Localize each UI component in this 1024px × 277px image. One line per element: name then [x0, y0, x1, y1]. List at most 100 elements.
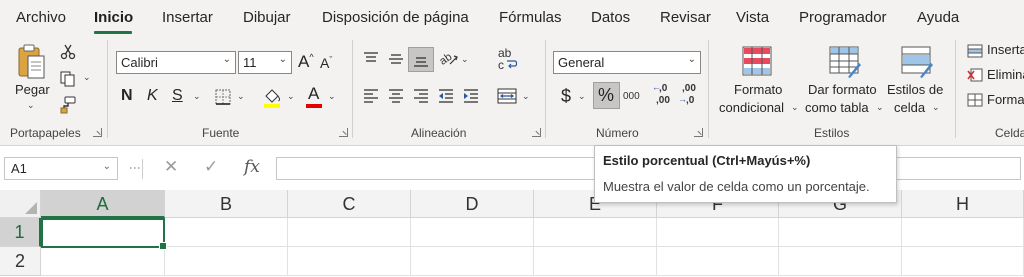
cell-styles-label-2: celda — [894, 100, 926, 115]
grow-font-glyph: A — [298, 52, 310, 71]
fill-color-dropdown-icon[interactable]: ⌄ — [287, 91, 295, 102]
cell[interactable] — [411, 218, 534, 247]
font-size-dropdown-icon[interactable]: ⌄ — [279, 54, 287, 65]
row-header[interactable]: 2 — [0, 247, 41, 276]
align-middle-icon[interactable] — [387, 50, 405, 68]
enter-icon[interactable]: ✓ — [204, 157, 218, 177]
align-left-icon[interactable] — [362, 87, 380, 105]
column-header[interactable]: A — [41, 190, 165, 218]
tab-ayuda[interactable]: Ayuda — [917, 9, 959, 26]
cell-styles-dropdown-icon[interactable]: ⌄ — [932, 102, 940, 113]
alignment-launcher-icon[interactable] — [532, 128, 541, 137]
currency-dropdown-icon[interactable]: ⌄ — [578, 91, 586, 102]
copy-dropdown-icon[interactable]: ⌄ — [83, 72, 91, 83]
currency-button[interactable]: $ — [561, 86, 571, 107]
cell[interactable] — [779, 218, 902, 247]
tab-archivo[interactable]: Archivo — [16, 9, 66, 26]
svg-text:ab: ab — [438, 51, 454, 68]
align-center-icon[interactable] — [387, 87, 405, 105]
borders-dropdown-icon[interactable]: ⌄ — [237, 91, 245, 102]
cell[interactable] — [288, 218, 411, 247]
increase-indent-icon[interactable] — [462, 87, 480, 105]
cell[interactable] — [534, 247, 657, 276]
cell[interactable] — [902, 247, 1024, 276]
copy-icon[interactable] — [59, 70, 77, 88]
cell[interactable] — [411, 247, 534, 276]
tab-vista[interactable]: Vista — [736, 9, 769, 26]
row-header[interactable]: 1 — [0, 218, 41, 247]
active-tab-indicator — [94, 31, 132, 34]
tab-revisar[interactable]: Revisar — [660, 9, 711, 26]
group-separator — [107, 40, 108, 138]
cell[interactable] — [165, 247, 288, 276]
conditional-format-dropdown-icon[interactable]: ⌄ — [791, 102, 799, 113]
cell[interactable] — [41, 247, 165, 276]
name-box-dropdown-icon[interactable]: ⌄ — [103, 161, 111, 172]
font-color-dropdown-icon[interactable]: ⌄ — [328, 91, 336, 102]
orientation-icon[interactable]: ab — [438, 48, 460, 68]
percent-glyph: % — [598, 85, 615, 105]
cell[interactable] — [165, 218, 288, 247]
tab-formulas[interactable]: Fórmulas — [499, 9, 562, 26]
decrease-indent-icon[interactable] — [437, 87, 455, 105]
bold-button[interactable]: N — [121, 87, 133, 105]
percent-style-button[interactable]: % — [593, 82, 620, 109]
merge-dropdown-icon[interactable]: ⌄ — [522, 91, 530, 102]
name-box[interactable]: A1 ⌄ — [4, 157, 118, 180]
group-separator — [955, 40, 956, 138]
cell-styles-icon — [901, 46, 933, 78]
group-separator — [708, 40, 709, 138]
cancel-icon[interactable]: ✕ — [164, 157, 178, 177]
align-bottom-button[interactable] — [408, 47, 434, 72]
format-as-table-label-1: Dar formato — [808, 82, 877, 97]
column-header[interactable]: B — [165, 190, 288, 218]
column-header[interactable]: C — [288, 190, 411, 218]
number-launcher-icon[interactable] — [694, 128, 703, 137]
font-name-dropdown-icon[interactable]: ⌄ — [223, 54, 231, 65]
shrink-font-button[interactable]: Aˇ — [320, 55, 332, 71]
cell[interactable] — [779, 247, 902, 276]
tab-disposicion[interactable]: Disposición de página — [322, 9, 469, 26]
grow-font-button[interactable]: A^ — [298, 52, 314, 72]
font-launcher-icon[interactable] — [339, 128, 348, 137]
cell[interactable] — [902, 218, 1024, 247]
underline-button[interactable]: S — [172, 87, 183, 105]
select-all-button[interactable] — [0, 190, 41, 218]
group-label-cells: Celdas — [995, 126, 1024, 140]
format-as-table-dropdown-icon[interactable]: ⌄ — [876, 102, 884, 113]
number-format-combo[interactable]: General ⌄ — [553, 51, 701, 74]
fill-color-icon[interactable] — [262, 86, 282, 108]
cell[interactable] — [534, 218, 657, 247]
clipboard-launcher-icon[interactable] — [93, 128, 102, 137]
formula-bar-grip-icon[interactable]: ⋮ — [128, 162, 142, 173]
tab-dibujar[interactable]: Dibujar — [243, 9, 291, 26]
underline-dropdown-icon[interactable]: ⌄ — [193, 91, 201, 102]
orientation-dropdown-icon[interactable]: ⌄ — [461, 54, 469, 65]
tab-datos[interactable]: Datos — [591, 9, 630, 26]
merge-center-icon[interactable] — [497, 86, 517, 106]
font-size-combo[interactable]: 11 ⌄ — [238, 51, 292, 74]
format-painter-icon[interactable] — [59, 96, 77, 114]
font-name-combo[interactable]: Calibri ⌄ — [116, 51, 236, 74]
wrap-text-glyph-2: c — [498, 58, 504, 72]
align-right-icon[interactable] — [412, 87, 430, 105]
italic-button[interactable]: K — [147, 87, 158, 105]
tab-insertar[interactable]: Insertar — [162, 9, 213, 26]
paste-dropdown-icon[interactable]: ⌄ — [27, 100, 35, 111]
number-format-dropdown-icon[interactable]: ⌄ — [688, 54, 696, 65]
tab-programador[interactable]: Programador — [799, 9, 887, 26]
tab-inicio[interactable]: Inicio — [94, 9, 133, 26]
align-top-icon[interactable] — [362, 50, 380, 68]
column-header[interactable]: H — [902, 190, 1024, 218]
cut-icon[interactable] — [60, 44, 76, 60]
borders-icon[interactable] — [214, 88, 232, 106]
cell[interactable] — [288, 247, 411, 276]
comma-style-button[interactable]: 000 — [623, 91, 640, 102]
ribbon-home: Pegar ⌄ ⌄ Portapapeles Calibri ⌄ 11 ⌄ A^… — [0, 36, 1024, 146]
ribbon-tab-bar: Archivo Inicio Insertar Dibujar Disposic… — [0, 0, 1024, 36]
insert-function-icon[interactable]: fx — [244, 157, 260, 177]
cell[interactable] — [657, 218, 779, 247]
cell[interactable] — [657, 247, 779, 276]
shrink-font-glyph: A — [320, 55, 330, 71]
column-header[interactable]: D — [411, 190, 534, 218]
